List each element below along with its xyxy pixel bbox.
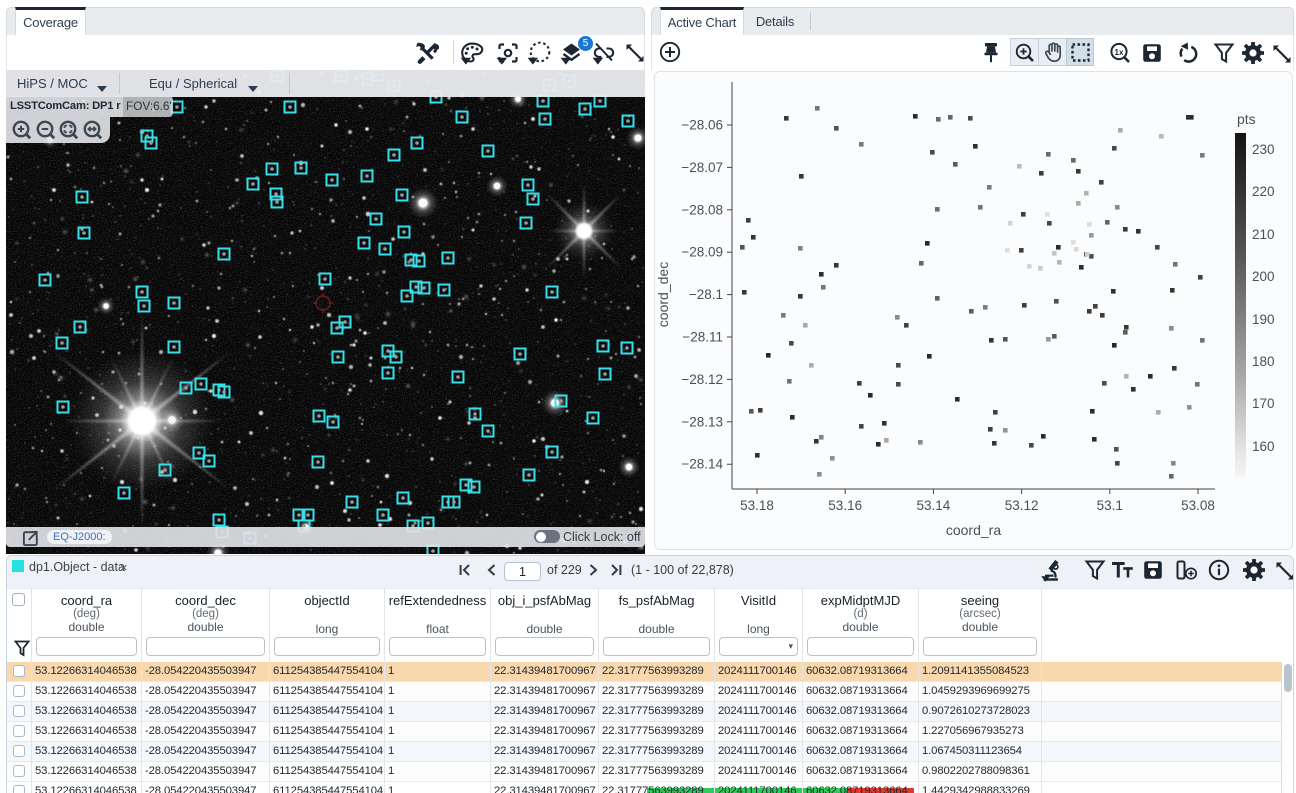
svg-text:−28.11: −28.11 (682, 330, 723, 345)
svg-text:230: 230 (1252, 142, 1275, 157)
svg-text:53.1: 53.1 (1097, 498, 1123, 513)
svg-text:1x: 1x (1115, 48, 1124, 57)
svg-text:−28.07: −28.07 (681, 160, 723, 175)
svg-text:180: 180 (1252, 354, 1275, 369)
svg-text:190: 190 (1252, 312, 1275, 327)
svg-text:−28.13: −28.13 (681, 414, 723, 429)
svg-text:−28.14: −28.14 (681, 457, 723, 472)
svg-text:pts: pts (1237, 111, 1256, 127)
svg-text:coord_ra: coord_ra (946, 522, 1001, 538)
svg-text:160: 160 (1252, 439, 1275, 454)
svg-text:220: 220 (1252, 184, 1275, 199)
svg-text:−28.06: −28.06 (681, 118, 723, 133)
svg-text:coord_dec: coord_dec (655, 262, 671, 327)
svg-text:−28.08: −28.08 (681, 202, 723, 217)
svg-text:53.14: 53.14 (917, 498, 951, 513)
svg-text:210: 210 (1252, 227, 1275, 242)
svg-text:170: 170 (1252, 396, 1275, 411)
svg-text:53.12: 53.12 (1005, 498, 1039, 513)
svg-text:53.18: 53.18 (740, 498, 774, 513)
svg-text:−28.1: −28.1 (689, 287, 723, 302)
svg-text:53.16: 53.16 (828, 498, 862, 513)
svg-text:53.08: 53.08 (1181, 498, 1215, 513)
svg-text:−28.12: −28.12 (681, 372, 723, 387)
svg-text:−28.09: −28.09 (681, 245, 723, 260)
svg-text:200: 200 (1252, 269, 1275, 284)
